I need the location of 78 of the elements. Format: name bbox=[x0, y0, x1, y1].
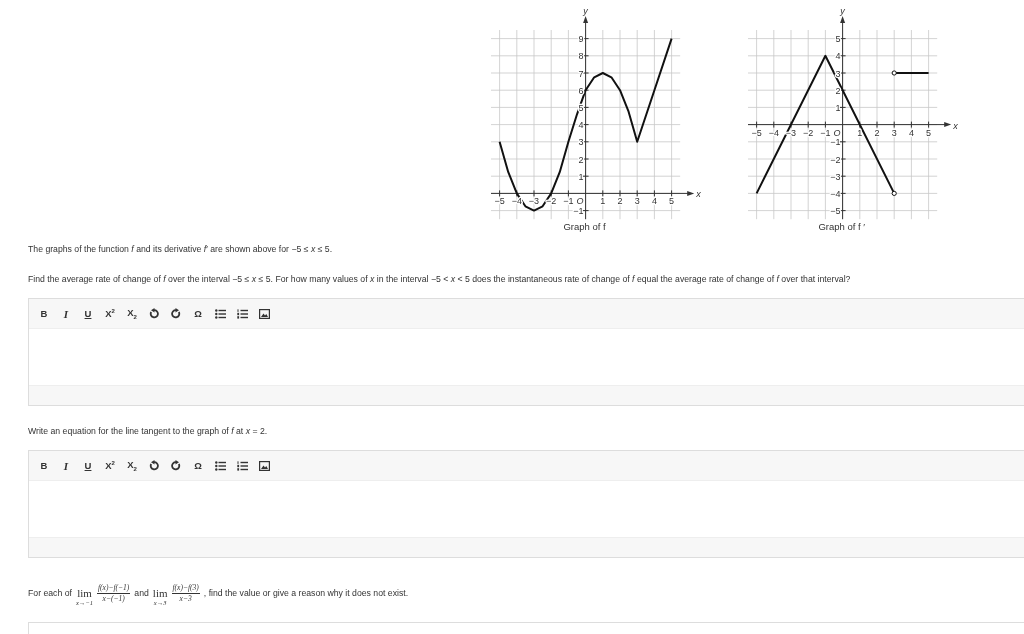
tick-label: −1 bbox=[573, 206, 584, 217]
tick-label: 7 bbox=[578, 68, 584, 79]
bullet-list-icon bbox=[214, 308, 226, 319]
tick-label: −3 bbox=[830, 171, 841, 182]
rich-text-editor[interactable]: B I U X$^{2}$ X$_{2}$ Ω bbox=[28, 298, 1024, 406]
tick-label: −2 bbox=[546, 196, 557, 207]
tick-label: 1 bbox=[857, 127, 863, 138]
graph-caption: Graph of f ′ bbox=[818, 221, 866, 233]
toolbar-button[interactable]: X$_{2}$ bbox=[123, 303, 141, 324]
tick-label: −4 bbox=[768, 127, 780, 138]
tick-label: −2 bbox=[803, 127, 814, 138]
rich-text-editor[interactable]: B I U X$^{2}$ X$_{2}$ Ω bbox=[28, 450, 1024, 558]
tick-label: 4 bbox=[909, 127, 915, 138]
tick-label: −4 bbox=[830, 188, 841, 199]
tick-label: −5 bbox=[494, 196, 505, 207]
tick-label: 5 bbox=[669, 196, 675, 207]
tick-label: 6 bbox=[578, 85, 584, 96]
toolbar-button[interactable]: X$^{2}$ bbox=[101, 455, 119, 476]
tick-label: 3 bbox=[634, 196, 640, 207]
tick-label: 3 bbox=[578, 137, 584, 148]
axis-label: y bbox=[583, 6, 588, 16]
toolbar-button[interactable]: X$^{2}$ bbox=[101, 303, 119, 324]
question-text: Write an equation for the line tangent to the graph of f at x = 2. bbox=[28, 426, 268, 436]
tick-label: 3 bbox=[835, 68, 841, 79]
numbered-list-icon bbox=[236, 308, 248, 319]
tick-label: −1 bbox=[830, 137, 841, 148]
tick-label: 5 bbox=[835, 34, 841, 45]
bullet-list-icon bbox=[214, 460, 226, 471]
tick-label: −3 bbox=[528, 196, 540, 207]
tick-label: 1 bbox=[600, 196, 606, 207]
image-icon bbox=[258, 308, 270, 319]
undo-icon bbox=[149, 308, 159, 319]
toolbar-button[interactable]: X$_{2}$ bbox=[123, 455, 141, 476]
tick-label: 2 bbox=[617, 196, 623, 207]
toolbar-button[interactable]: B bbox=[35, 455, 53, 476]
tick-label: 8 bbox=[578, 51, 584, 62]
redo-icon bbox=[171, 460, 181, 471]
toolbar-button[interactable]: I bbox=[57, 303, 75, 324]
undo-icon bbox=[149, 460, 159, 471]
toolbar-button[interactable]: I bbox=[57, 455, 75, 476]
tick-label: 4 bbox=[651, 196, 657, 207]
axis-label: x bbox=[953, 120, 958, 131]
question-text: For each of bbox=[28, 588, 72, 598]
open-point bbox=[891, 70, 897, 76]
tick-label: 4 bbox=[578, 120, 584, 131]
question-text: The graphs of the function f and its derivative f′ are shown above for −5 ≤ x ≤ 5. bbox=[28, 244, 334, 254]
tick-label: 1 bbox=[578, 171, 584, 182]
toolbar-button[interactable]: U bbox=[79, 455, 97, 476]
tick-label: −5 bbox=[830, 206, 841, 217]
tick-label: −1 bbox=[563, 196, 574, 207]
tick-label: 5 bbox=[926, 127, 932, 138]
axis-label: x bbox=[696, 189, 701, 200]
graph-caption: Graph of f bbox=[563, 221, 606, 233]
tick-label: −1 bbox=[820, 127, 831, 138]
question-text: , find the value or give a reason why it does not exist. bbox=[203, 588, 409, 598]
tick-label: −2 bbox=[830, 154, 841, 165]
toolbar-button[interactable]: Ω bbox=[189, 455, 207, 476]
tick-label: 4 bbox=[835, 51, 841, 62]
tick-label: 2 bbox=[874, 127, 880, 138]
redo-icon bbox=[171, 308, 181, 319]
tick-label: 1 bbox=[835, 102, 841, 113]
origin-label: O bbox=[833, 127, 841, 138]
tick-label: 5 bbox=[578, 102, 584, 113]
tick-label: 9 bbox=[578, 34, 584, 45]
origin-label: O bbox=[576, 196, 584, 207]
axis-label: y bbox=[840, 6, 846, 16]
tick-label: 3 bbox=[891, 127, 897, 138]
numbered-list-icon bbox=[236, 460, 248, 471]
question-text: and bbox=[134, 588, 149, 598]
tick-label: 2 bbox=[578, 154, 584, 165]
question-text: Find the average rate of change of f over the interval −5 ≤ x ≤ 5. For how many values of x in the interval −5 < x < 5 does the instantaneous rate of change of f equal the average rate of change of f over that interval? bbox=[28, 274, 851, 284]
open-point bbox=[891, 190, 897, 196]
toolbar-button[interactable]: Ω bbox=[189, 303, 207, 324]
toolbar-button[interactable]: U bbox=[79, 303, 97, 324]
tick-label: 2 bbox=[835, 85, 841, 96]
toolbar-button[interactable]: B bbox=[35, 303, 53, 324]
tick-label: −5 bbox=[751, 127, 762, 138]
image-icon bbox=[258, 460, 270, 471]
